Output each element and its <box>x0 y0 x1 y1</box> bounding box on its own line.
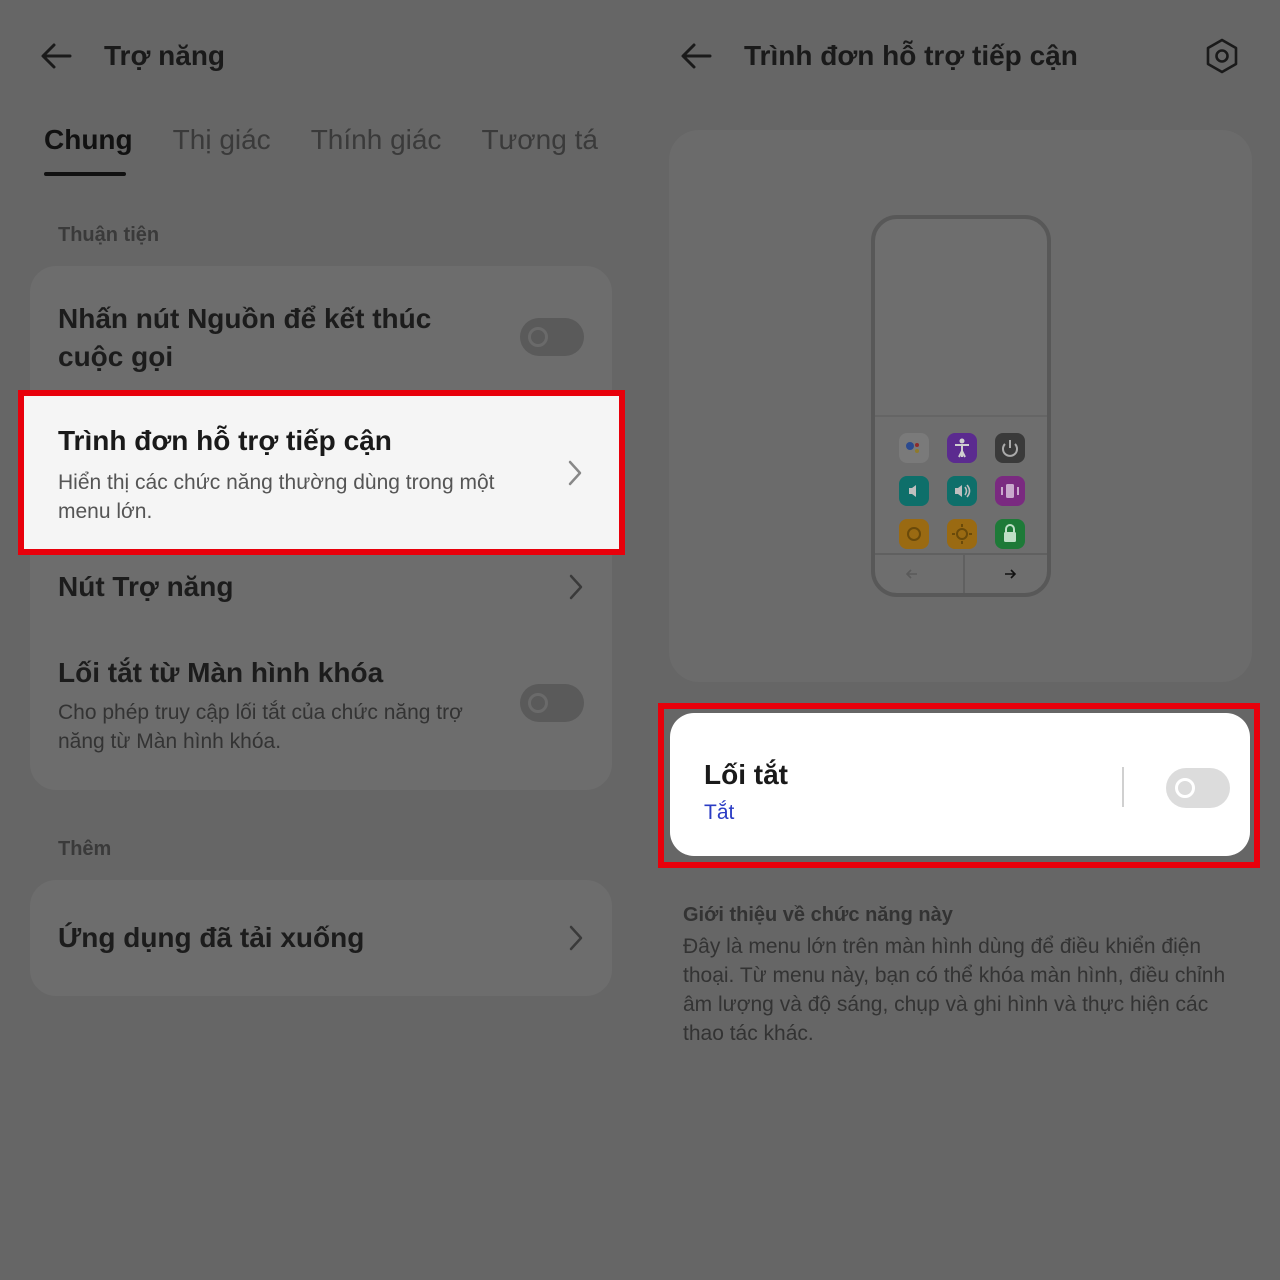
brightness-up-icon <box>947 519 977 549</box>
settings-button[interactable] <box>1202 36 1242 76</box>
shortcut-title: Lối tắt <box>704 759 788 790</box>
page-title: Trình đơn hỗ trợ tiếp cận <box>744 40 1078 71</box>
phone-preview <box>871 215 1051 597</box>
lockscreen-shortcut-row[interactable]: Lối tắt từ Màn hình khóa Cho phép truy c… <box>30 646 612 786</box>
volume-down-icon <box>899 476 929 506</box>
power-end-call-toggle[interactable] <box>520 318 584 356</box>
tab-vision[interactable]: Thị giác <box>173 112 271 168</box>
assistant-icon <box>899 433 929 463</box>
row-title: Lối tắt từ Màn hình khóa <box>58 657 384 688</box>
back-arrow-icon <box>41 43 72 69</box>
row-title: Ứng dụng đã tải xuống <box>58 922 365 953</box>
row-subtitle: Hiển thị các chức năng thường dùng trong… <box>58 471 495 523</box>
lock-icon <box>995 519 1025 549</box>
tab-hearing[interactable]: Thính giác <box>311 112 442 168</box>
page-title: Trợ năng <box>104 40 226 71</box>
more-card: Ứng dụng đã tải xuống <box>30 880 612 996</box>
volume-up-icon <box>947 476 977 506</box>
intro-title: Giới thiệu về chức năng này <box>683 904 953 926</box>
forward-arrow-icon <box>1005 569 1017 579</box>
intro-body: Đây là menu lớn trên màn hình dùng để đi… <box>683 935 1226 1045</box>
chevron-right-icon <box>569 574 583 600</box>
divider <box>1122 767 1124 807</box>
shortcut-card[interactable]: Lối tắt Tắt <box>670 713 1250 856</box>
shortcut-status: Tắt <box>704 801 735 824</box>
back-arrow-icon <box>681 43 712 69</box>
accessibility-button-row[interactable]: Nút Trợ năng <box>30 556 612 646</box>
chevron-right-icon <box>568 460 582 486</box>
back-arrow-icon <box>905 569 917 579</box>
shortcut-toggle[interactable] <box>1166 768 1230 808</box>
accessibility-screen: Trợ năng Chung Thị giác Thính giác Tương tá… <box>0 0 640 1280</box>
tab-indicator <box>44 172 126 176</box>
back-button[interactable] <box>36 36 80 76</box>
lockscreen-shortcut-toggle[interactable] <box>520 684 584 722</box>
header: Trình đơn hỗ trợ tiếp cận <box>640 28 1280 84</box>
section-label-convenience: Thuận tiện <box>58 224 160 246</box>
power-icon <box>995 433 1025 463</box>
section-label-more: Thêm <box>58 838 112 860</box>
brightness-down-icon <box>899 519 929 549</box>
downloaded-apps-row[interactable]: Ứng dụng đã tải xuống <box>30 880 612 996</box>
row-subtitle: Cho phép truy cập lối tắt của chức năng … <box>58 701 463 753</box>
settings-hexagon-icon <box>1206 38 1238 74</box>
row-title: Trình đơn hỗ trợ tiếp cận <box>58 425 392 456</box>
tab-general[interactable]: Chung <box>44 112 133 168</box>
tab-interaction[interactable]: Tương tá <box>481 112 597 168</box>
vibrate-icon <box>995 476 1025 506</box>
header: Trợ năng <box>0 28 640 84</box>
accessibility-icon <box>947 433 977 463</box>
row-title: Nút Trợ năng <box>58 571 234 602</box>
shortcut-row-highlight: Lối tắt Tắt <box>658 703 1260 868</box>
chevron-right-icon <box>569 925 583 951</box>
phone-nav-bar <box>875 553 1047 593</box>
row-title: Nhấn nút Nguồn để kết thúc cuộc gọi <box>58 303 432 372</box>
tab-bar: Chung Thị giác Thính giác Tương tá <box>44 112 600 182</box>
accessibility-menu-row[interactable]: Trình đơn hỗ trợ tiếp cận Hiển thị các c… <box>18 390 625 555</box>
back-button[interactable] <box>676 36 720 76</box>
phone-divider <box>875 415 1047 417</box>
power-button-end-call-row[interactable]: Nhấn nút Nguồn để kết thúc cuộc gọi <box>30 266 612 390</box>
